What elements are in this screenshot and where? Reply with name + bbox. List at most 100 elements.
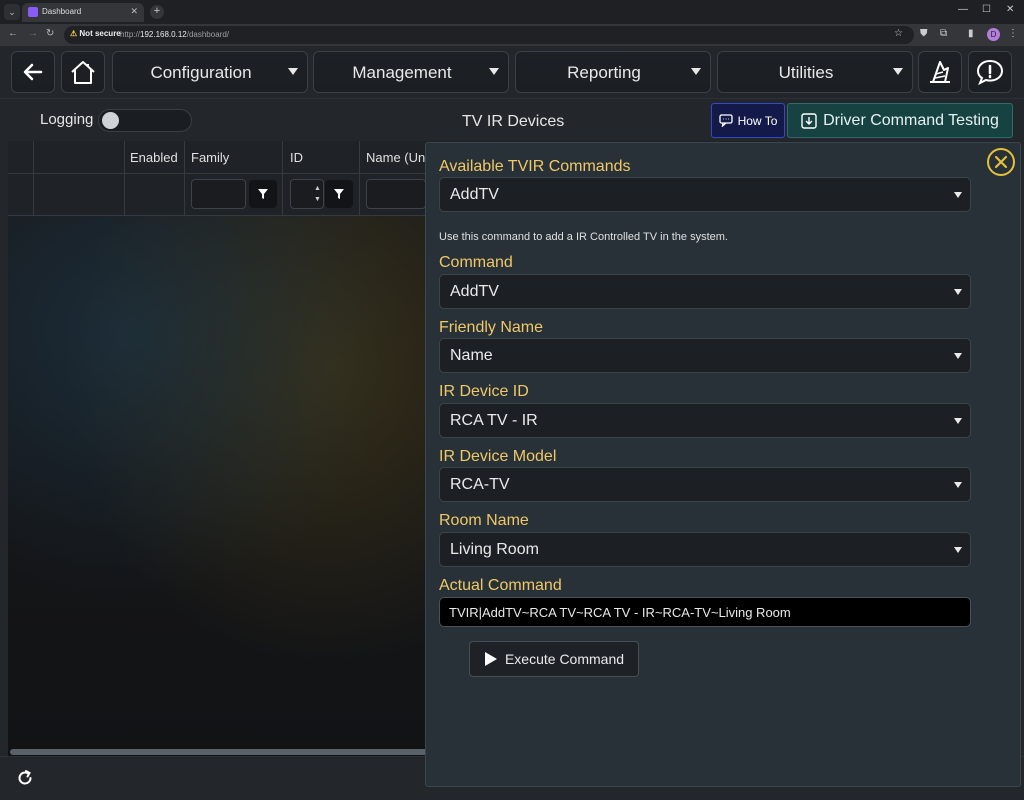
- column-header-family[interactable]: Family: [191, 150, 229, 165]
- column-divider: [124, 141, 125, 216]
- ir-device-id-select[interactable]: RCA TV - IR: [439, 403, 971, 438]
- reporting-menu-label: Reporting: [567, 63, 641, 82]
- filter-icon: [334, 189, 344, 199]
- address-bar[interactable]: ⚠ Not secure http://192.168.0.12/dashboa…: [64, 26, 914, 44]
- driver-command-testing-button[interactable]: Driver Command Testing: [787, 103, 1013, 138]
- chevron-down-icon: [288, 68, 298, 75]
- column-header-name[interactable]: Name (Uni: [366, 150, 428, 165]
- chevron-down-icon: [954, 418, 962, 424]
- column-divider: [184, 141, 185, 216]
- tab-title: Dashboard: [42, 7, 82, 16]
- driver-command-testing-label: Driver Command Testing: [823, 111, 999, 129]
- page-title: TV IR Devices: [462, 113, 565, 130]
- column-divider: [282, 141, 283, 216]
- chevron-down-icon: [954, 353, 962, 359]
- horizontal-scrollbar[interactable]: [10, 749, 430, 755]
- ir-device-model-value: RCA-TV: [450, 476, 510, 493]
- alert-bubble-icon: [976, 59, 1004, 86]
- column-header-id[interactable]: ID: [290, 150, 303, 165]
- toggle-knob: [102, 112, 119, 129]
- tab-close-icon[interactable]: ✕: [130, 6, 138, 17]
- family-filter-button[interactable]: [249, 180, 277, 208]
- shield-extension-icon[interactable]: ⛊: [920, 28, 928, 39]
- not-secure-badge[interactable]: ⚠ Not secure: [70, 29, 121, 38]
- new-tab-icon[interactable]: +: [150, 5, 164, 19]
- alerts-button[interactable]: [968, 51, 1012, 93]
- chevron-down-icon: [489, 68, 499, 75]
- ir-device-id-value: RCA TV - IR: [450, 412, 538, 429]
- page-toolbar: Logging TV IR Devices How To Driver Comm…: [0, 98, 1024, 141]
- chevron-down-icon: [954, 289, 962, 295]
- window-close-icon[interactable]: ✕: [1006, 4, 1014, 15]
- panel-close-button[interactable]: [987, 148, 1015, 176]
- bookmark-star-icon[interactable]: ☆: [894, 28, 903, 39]
- reload-icon[interactable]: ↻: [46, 28, 54, 39]
- chevron-down-icon: [893, 68, 903, 75]
- id-spinner-icon[interactable]: ▲ ▼: [314, 183, 321, 205]
- favicon-icon: [28, 7, 38, 17]
- browser-tab[interactable]: Dashboard ✕: [22, 3, 144, 22]
- browser-forward-icon[interactable]: →: [28, 28, 38, 39]
- friendly-name-label: Friendly Name: [439, 319, 544, 336]
- actual-command-value: TVIR|AddTV~RCA TV~RCA TV - IR~RCA-TV~Liv…: [449, 605, 791, 620]
- home-icon: [71, 61, 95, 84]
- wizard-button[interactable]: [918, 51, 962, 93]
- room-name-value: Living Room: [450, 541, 539, 558]
- available-commands-value: AddTV: [450, 186, 499, 203]
- profile-avatar[interactable]: D: [987, 28, 1000, 41]
- app: Configuration Management Reporting Utili…: [0, 46, 1024, 800]
- ir-device-model-select[interactable]: RCA-TV: [439, 467, 971, 502]
- actual-command-label: Actual Command: [439, 577, 562, 594]
- column-divider: [33, 141, 34, 216]
- top-nav: Configuration Management Reporting Utili…: [0, 46, 1024, 98]
- room-name-label: Room Name: [439, 512, 529, 529]
- available-commands-select[interactable]: AddTV: [439, 177, 971, 212]
- execute-command-label: Execute Command: [504, 651, 625, 667]
- command-select[interactable]: AddTV: [439, 274, 971, 309]
- management-menu-label: Management: [352, 63, 452, 82]
- friendly-name-value: Name: [450, 347, 493, 364]
- filter-icon: [258, 189, 268, 199]
- wizard-hat-icon: [930, 61, 950, 83]
- chevron-down-icon: [954, 547, 962, 553]
- how-to-label: How To: [737, 113, 778, 128]
- column-header-enabled[interactable]: Enabled: [130, 150, 178, 165]
- side-panel-icon[interactable]: ▮: [968, 28, 974, 39]
- chevron-down-icon: [691, 68, 701, 75]
- logging-toggle[interactable]: [98, 109, 192, 132]
- browser-back-icon[interactable]: ←: [8, 28, 18, 39]
- refresh-icon[interactable]: [16, 769, 34, 787]
- download-box-icon: [801, 112, 817, 129]
- browser-toolbar: ← → ↻ ⚠ Not secure http://192.168.0.12/d…: [0, 24, 1024, 46]
- extensions-puzzle-icon[interactable]: ⧉: [940, 28, 947, 39]
- command-label: Command: [439, 254, 513, 271]
- command-value: AddTV: [450, 283, 499, 300]
- name-filter-input[interactable]: [366, 179, 426, 209]
- utilities-menu[interactable]: Utilities: [717, 51, 913, 93]
- home-button[interactable]: [61, 51, 105, 93]
- execute-command-button[interactable]: Execute Command: [469, 641, 639, 677]
- maximize-icon[interactable]: ☐: [982, 4, 991, 15]
- reporting-menu[interactable]: Reporting: [515, 51, 711, 93]
- chevron-down-icon: [954, 192, 962, 198]
- chevron-down-icon: [954, 482, 962, 488]
- tab-search-icon[interactable]: ⌄: [4, 4, 20, 20]
- room-name-select[interactable]: Living Room: [439, 532, 971, 567]
- minimize-icon[interactable]: —: [958, 4, 968, 15]
- friendly-name-select[interactable]: Name: [439, 338, 971, 373]
- column-divider: [359, 141, 360, 216]
- how-to-button[interactable]: How To: [711, 103, 785, 138]
- close-icon: [994, 155, 1008, 169]
- id-filter-button[interactable]: [325, 180, 353, 208]
- browser-menu-icon[interactable]: ⋮: [1008, 28, 1018, 39]
- actual-command-field[interactable]: TVIR|AddTV~RCA TV~RCA TV - IR~RCA-TV~Liv…: [439, 597, 971, 627]
- management-menu[interactable]: Management: [313, 51, 509, 93]
- utilities-menu-label: Utilities: [778, 63, 834, 82]
- arrow-left-icon: [23, 63, 43, 81]
- command-description: Use this command to add a IR Controlled …: [439, 231, 728, 243]
- back-button[interactable]: [11, 51, 55, 93]
- warning-icon: ⚠: [70, 29, 78, 38]
- ir-device-id-label: IR Device ID: [439, 383, 529, 400]
- configuration-menu[interactable]: Configuration: [112, 51, 308, 93]
- family-filter-input[interactable]: [191, 179, 246, 209]
